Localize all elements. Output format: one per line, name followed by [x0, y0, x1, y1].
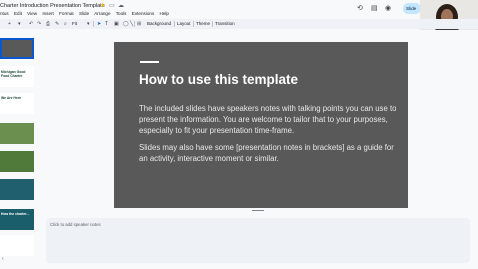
slide-thumbnail-current[interactable]: [0, 38, 34, 59]
new-slide-dropdown-icon[interactable]: ▾: [18, 21, 21, 27]
menu-help[interactable]: Help: [160, 11, 169, 16]
toolbar-separator: [93, 21, 94, 27]
shape-icon[interactable]: ◯: [123, 21, 129, 27]
notes-resize-handle[interactable]: [252, 210, 264, 211]
cloud-status-icon[interactable]: ☁: [118, 3, 124, 9]
print-icon[interactable]: ⎙: [46, 21, 50, 27]
zoom-icon[interactable]: ⌕: [64, 21, 67, 27]
menu-view[interactable]: View: [27, 11, 37, 16]
line-icon[interactable]: ╲: [130, 21, 133, 27]
slide-paragraph-1: The included slides have speakers notes …: [139, 104, 397, 135]
zoom-select[interactable]: Fit: [72, 21, 77, 27]
slide-thumbnail[interactable]: [0, 123, 34, 144]
menu-extensions[interactable]: Extensions: [132, 11, 154, 16]
slide-title[interactable]: How to use this template: [139, 72, 298, 87]
toolbar-separator: [193, 21, 194, 27]
menu-tools[interactable]: Tools: [116, 11, 127, 16]
document-title[interactable]: Charter Introduction Presentation Templa…: [0, 3, 105, 9]
transition-button[interactable]: Transition: [215, 21, 235, 27]
slide-filmstrip: Michigan Good Food Charter We Are Here H…: [0, 30, 37, 269]
menu-edit[interactable]: Edit: [14, 11, 22, 16]
speaker-notes-placeholder[interactable]: Click to add speaker notes: [50, 222, 101, 227]
image-icon[interactable]: ▣: [114, 21, 119, 27]
menu-bar: ntus Edit View Insert Format Slide Arran…: [0, 11, 173, 19]
paint-format-icon[interactable]: ✎: [55, 21, 59, 27]
star-icon[interactable]: ★: [100, 3, 105, 9]
select-cursor-icon[interactable]: ➤: [97, 21, 101, 27]
background-button[interactable]: Background: [147, 21, 171, 27]
filmstrip-collapse-icon[interactable]: ‹: [2, 256, 4, 262]
undo-icon[interactable]: ↶: [29, 21, 33, 27]
theme-button[interactable]: Theme: [196, 21, 210, 27]
zoom-dropdown-icon[interactable]: ▾: [87, 21, 90, 27]
menu-slide[interactable]: Slide: [79, 11, 89, 16]
toolbar-separator: [212, 21, 213, 27]
slide-thumbnail[interactable]: [0, 235, 34, 256]
slide-thumbnail[interactable]: Michigan Good Food Charter: [0, 66, 34, 87]
meet-icon[interactable]: ◉: [385, 5, 391, 12]
move-folder-icon[interactable]: ▭: [109, 3, 115, 9]
comments-icon[interactable]: ▤: [371, 5, 378, 12]
menu-arrange[interactable]: Arrange: [94, 11, 110, 16]
speaker-notes-panel[interactable]: [46, 218, 470, 263]
comment-add-icon[interactable]: ⊞: [137, 21, 141, 27]
new-slide-icon[interactable]: +: [8, 21, 11, 27]
menu-format[interactable]: Format: [59, 11, 74, 16]
slideshow-button[interactable]: Slide: [403, 3, 421, 14]
slide-thumbnail[interactable]: [0, 179, 34, 200]
text-box-icon[interactable]: T: [105, 21, 108, 27]
toolbar-separator: [134, 21, 135, 27]
slide-paragraph-2: Slides may also have some [presentation …: [139, 143, 394, 163]
slide-thumbnail[interactable]: How the charter...: [0, 209, 34, 230]
menu-item[interactable]: ntus: [0, 11, 9, 16]
slide-body[interactable]: The included slides have speakers notes …: [139, 103, 401, 170]
redo-icon[interactable]: ↷: [37, 21, 41, 27]
toolbar-separator: [174, 21, 175, 27]
menu-insert[interactable]: Insert: [42, 11, 54, 16]
slide-thumbnail[interactable]: We Are Here: [0, 93, 34, 114]
layout-button[interactable]: Layout: [177, 21, 191, 27]
slide-accent-bar: [140, 61, 159, 63]
history-icon[interactable]: ⟲: [357, 5, 363, 12]
slide-thumbnail[interactable]: [0, 151, 34, 172]
